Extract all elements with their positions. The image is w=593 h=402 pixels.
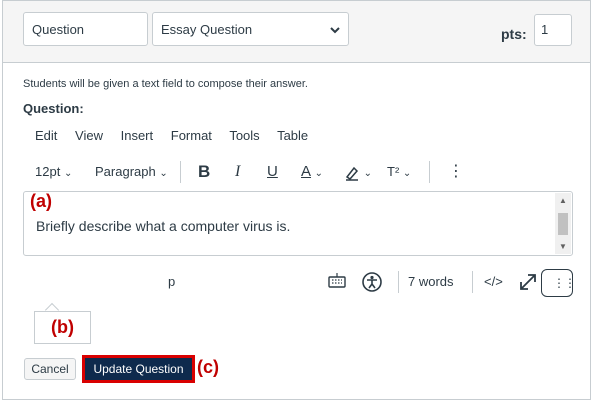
element-path[interactable]: p — [168, 269, 175, 295]
question-type-description: Students will be given a text field to c… — [23, 78, 308, 90]
html-editor-toggle[interactable]: </> — [484, 269, 503, 295]
menu-table[interactable]: Table — [277, 128, 308, 143]
editor-scrollbar[interactable]: ▲ ▼ — [555, 193, 571, 254]
update-question-button[interactable]: Update Question — [85, 358, 192, 380]
question-name-input[interactable]: Question — [23, 12, 148, 46]
underline-button[interactable]: U — [267, 161, 278, 183]
accessibility-checker-icon[interactable] — [361, 271, 383, 297]
bold-button[interactable]: B — [198, 161, 210, 183]
chevron-down-icon: ⌄ — [314, 168, 324, 179]
font-size-value: 12pt — [35, 164, 61, 179]
statusbar-divider — [398, 271, 399, 293]
drag-grip-icon: ⋮⋮ — [553, 276, 576, 290]
more-options-button[interactable]: ⋮ — [448, 161, 464, 183]
menu-tools[interactable]: Tools — [229, 128, 259, 143]
editor-menubar: Edit View Insert Format Tools Table — [35, 128, 322, 143]
toolbar-divider — [180, 161, 181, 183]
text-color-button[interactable]: A ⌄ — [301, 161, 323, 183]
cancel-button[interactable]: Cancel — [24, 358, 76, 380]
italic-button[interactable]: I — [235, 161, 240, 183]
chevron-down-icon: ⌄ — [363, 168, 373, 179]
toolbar-divider — [429, 161, 430, 183]
chevron-down-icon — [330, 25, 340, 35]
scroll-thumb[interactable] — [558, 213, 568, 235]
chevron-down-icon: ⌄ — [63, 168, 73, 179]
annotation-b: (b) — [34, 311, 91, 344]
block-format-value: Paragraph — [95, 164, 156, 179]
editor-content[interactable]: Briefly describe what a computer virus i… — [36, 218, 290, 234]
chevron-down-icon: ⌄ — [402, 168, 412, 179]
question-type-value: Essay Question — [161, 22, 253, 37]
keyboard-icon[interactable] — [327, 271, 347, 297]
rich-text-editor[interactable]: Briefly describe what a computer virus i… — [23, 191, 573, 256]
menu-edit[interactable]: Edit — [35, 128, 57, 143]
points-input[interactable]: 1 — [534, 14, 572, 46]
chevron-down-icon: ⌄ — [159, 168, 168, 179]
points-label: pts: — [501, 26, 527, 42]
fullscreen-icon[interactable] — [518, 272, 538, 298]
superscript-button[interactable]: T² ⌄ — [387, 161, 411, 183]
text-color-icon: A — [301, 163, 312, 180]
menu-format[interactable]: Format — [171, 128, 212, 143]
resize-handle[interactable]: ⋮⋮ — [541, 269, 576, 297]
highlighter-icon — [344, 165, 360, 181]
menu-insert[interactable]: Insert — [121, 128, 154, 143]
font-size-dropdown[interactable]: 12pt ⌄ — [35, 161, 72, 183]
word-count[interactable]: 7 words — [408, 269, 454, 295]
scroll-down-arrow-icon[interactable]: ▼ — [559, 242, 567, 251]
scroll-up-arrow-icon[interactable]: ▲ — [559, 196, 567, 205]
superscript-icon: T² — [387, 164, 400, 179]
highlight-color-button[interactable]: ⌄ — [344, 161, 372, 183]
question-header: Question Essay Question pts: 1 — [3, 1, 590, 63]
menu-view[interactable]: View — [75, 128, 103, 143]
annotation-a: (a) — [30, 191, 52, 211]
question-editor-panel: Question Essay Question pts: 1 Students … — [2, 0, 591, 400]
statusbar-divider — [472, 271, 473, 293]
editor-statusbar: p 7 words </> ⋮⋮ — [3, 269, 590, 299]
block-format-dropdown[interactable]: Paragraph ⌄ — [95, 161, 168, 183]
annotation-c: (c) — [197, 357, 219, 377]
question-type-select[interactable]: Essay Question — [152, 12, 349, 46]
question-label: Question: — [23, 101, 84, 116]
